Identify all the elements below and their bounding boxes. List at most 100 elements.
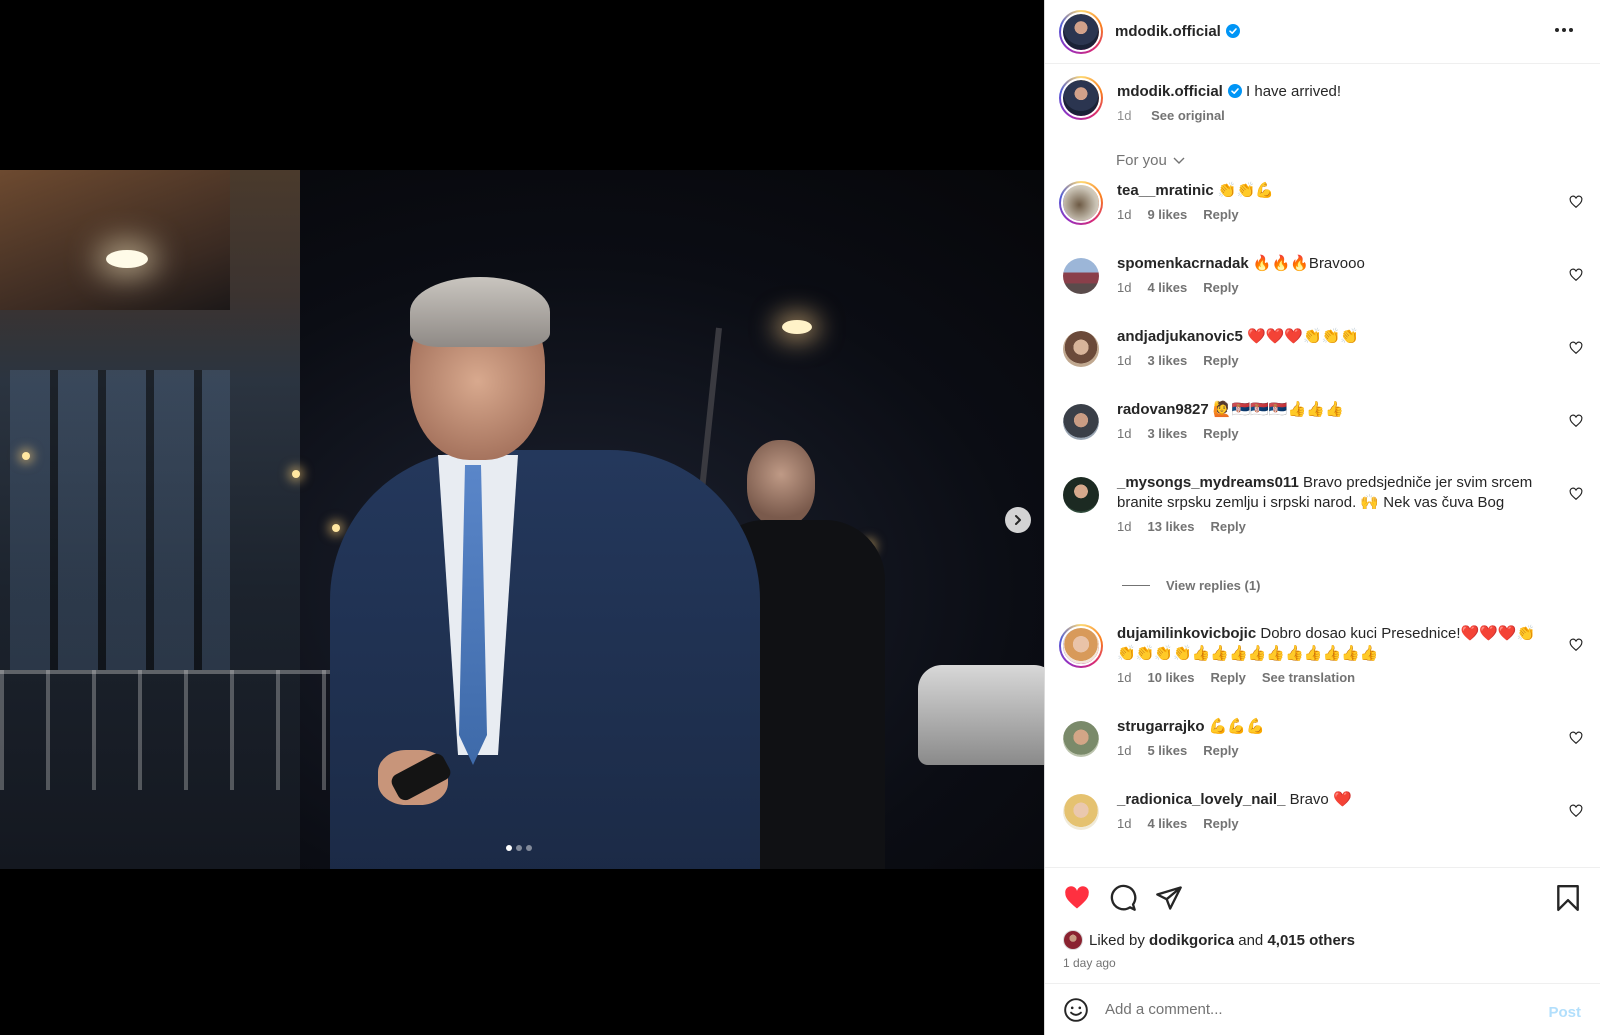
post-time: 1 day ago (1063, 956, 1116, 970)
verified-badge-icon (1227, 84, 1242, 98)
post-caption: mdodik.official I have arrived! 1d See o… (1059, 76, 1341, 123)
comment-likes[interactable]: 4 likes (1147, 816, 1187, 831)
comment-age: 1d (1117, 207, 1132, 222)
author-username[interactable]: mdodik.official (1115, 23, 1240, 40)
reply-button[interactable]: Reply (1203, 816, 1238, 831)
reply-button[interactable]: Reply (1203, 280, 1238, 295)
commenter-avatar[interactable] (1059, 181, 1103, 225)
sort-dropdown[interactable]: For you (1116, 152, 1185, 169)
post-header: mdodik.official (1045, 0, 1600, 64)
comment-likes[interactable]: 3 likes (1147, 426, 1187, 441)
emoji-icon[interactable] (1063, 997, 1089, 1023)
like-heart-icon[interactable] (1063, 884, 1091, 912)
reply-button[interactable]: Reply (1203, 353, 1238, 368)
liker-username[interactable]: dodikgorica (1149, 932, 1234, 949)
liked-by-prefix: Liked by (1089, 931, 1145, 949)
comment-item: _radionica_lovely_nail_ Bravo ❤️ 1d 4 lik… (1059, 790, 1589, 834)
comment-age: 1d (1117, 519, 1132, 534)
comment-likes[interactable]: 4 likes (1147, 280, 1187, 295)
chevron-down-icon (1173, 157, 1185, 164)
comment-like-icon[interactable] (1569, 195, 1583, 209)
comment-text: Bravo ❤️ (1289, 791, 1352, 808)
commenter-avatar[interactable] (1063, 721, 1099, 757)
commenter-username[interactable]: radovan9827 (1117, 401, 1209, 418)
comment-likes[interactable]: 10 likes (1147, 670, 1194, 685)
comment-item: dujamilinkovicbojic Dobro dosao kuci Pre… (1059, 624, 1589, 685)
likes-count[interactable]: 4,015 others (1267, 932, 1355, 949)
liked-by-summary: Liked by dodikgorica and 4,015 others (1063, 930, 1355, 950)
comment-item: radovan9827 🙋🇷🇸🇷🇸🇷🇸👍👍👍 1d 3 likes Reply (1059, 400, 1589, 444)
commenter-username[interactable]: strugarrajko (1117, 718, 1205, 735)
more-options-button[interactable] (1555, 28, 1573, 32)
commenter-avatar[interactable] (1063, 794, 1099, 830)
comment-age: 1d (1117, 426, 1132, 441)
commenter-avatar[interactable] (1059, 624, 1103, 668)
commenter-avatar[interactable] (1063, 477, 1099, 513)
comment-likes[interactable]: 3 likes (1147, 353, 1187, 368)
caption-username[interactable]: mdodik.official (1117, 83, 1223, 100)
liked-by-conj: and (1238, 931, 1264, 949)
commenter-avatar[interactable] (1063, 331, 1099, 367)
comments-list[interactable]: mdodik.official I have arrived! 1d See o… (1045, 64, 1600, 867)
comment-like-icon[interactable] (1569, 268, 1583, 282)
commenter-username[interactable]: spomenkacrnadak (1117, 255, 1249, 272)
comment-input[interactable] (1105, 1001, 1505, 1018)
comment-text: ❤️❤️❤️👏👏👏 (1247, 328, 1360, 345)
comment-like-icon[interactable] (1569, 731, 1583, 745)
comment-like-icon[interactable] (1569, 487, 1583, 501)
reply-button[interactable]: Reply (1203, 426, 1238, 441)
bookmark-icon[interactable] (1555, 884, 1581, 912)
caption-text: I have arrived! (1246, 83, 1342, 100)
comment-likes[interactable]: 13 likes (1147, 519, 1194, 534)
comment-likes[interactable]: 5 likes (1147, 743, 1187, 758)
carousel-next-button[interactable] (1005, 507, 1031, 533)
share-send-icon[interactable] (1155, 884, 1183, 912)
commenter-username[interactable]: _mysongs_mydreams011 (1117, 474, 1299, 491)
view-replies-label: View replies (1) (1166, 578, 1261, 593)
commenter-avatar[interactable] (1063, 258, 1099, 294)
commenter-username[interactable]: _radionica_lovely_nail_ (1117, 791, 1285, 808)
view-replies-button[interactable]: View replies (1) (1122, 578, 1260, 593)
post-actions: Liked by dodikgorica and 4,015 others 1 … (1045, 867, 1600, 983)
verified-badge-icon (1225, 24, 1240, 38)
caption-age: 1d (1117, 108, 1132, 123)
author-avatar[interactable] (1059, 9, 1103, 54)
comment-age: 1d (1117, 353, 1132, 368)
comment-icon[interactable] (1109, 884, 1137, 912)
comment-like-icon[interactable] (1569, 638, 1583, 652)
carousel-dot (516, 845, 522, 851)
see-translation-link[interactable]: See translation (1262, 670, 1355, 685)
caption-avatar[interactable] (1059, 76, 1103, 120)
comment-text: 👏👏💪 (1217, 182, 1274, 199)
reply-button[interactable]: Reply (1210, 670, 1245, 685)
comment-item: andjadjukanovic5 ❤️❤️❤️👏👏👏 1d 3 likes Repl… (1059, 327, 1589, 371)
comment-item: spomenkacrnadak 🔥🔥🔥Bravooo 1d 4 likes Repl… (1059, 254, 1589, 298)
comment-age: 1d (1117, 670, 1132, 685)
sort-label: For you (1116, 152, 1167, 169)
see-original-link[interactable]: See original (1151, 108, 1225, 123)
post-comment-button[interactable]: Post (1548, 1004, 1581, 1021)
comment-likes[interactable]: 9 likes (1147, 207, 1187, 222)
comment-text: 🙋🇷🇸🇷🇸🇷🇸👍👍👍 (1212, 401, 1344, 418)
comment-item: _mysongs_mydreams011 Bravo predsjedniče … (1059, 473, 1589, 534)
reply-button[interactable]: Reply (1210, 519, 1245, 534)
commenter-username[interactable]: dujamilinkovicbojic (1117, 625, 1256, 642)
post-photo (0, 170, 1044, 869)
commenter-avatar[interactable] (1063, 404, 1099, 440)
comment-composer: Post (1045, 983, 1600, 1035)
reply-button[interactable]: Reply (1203, 207, 1238, 222)
reply-button[interactable]: Reply (1203, 743, 1238, 758)
comment-text: 💪💪💪 (1208, 718, 1265, 735)
comment-item: tea__mratinic 👏👏💪 1d 9 likes Reply (1059, 181, 1589, 225)
comment-like-icon[interactable] (1569, 804, 1583, 818)
carousel-dot (526, 845, 532, 851)
comment-like-icon[interactable] (1569, 341, 1583, 355)
comment-text: 🔥🔥🔥Bravooo (1252, 255, 1365, 272)
comment-item: strugarrajko 💪💪💪 1d 5 likes Reply (1059, 717, 1589, 761)
comment-like-icon[interactable] (1569, 414, 1583, 428)
replies-divider (1122, 585, 1150, 586)
commenter-username[interactable]: andjadjukanovic5 (1117, 328, 1243, 345)
commenter-username[interactable]: tea__mratinic (1117, 182, 1214, 199)
comment-age: 1d (1117, 816, 1132, 831)
liker-avatar[interactable] (1063, 930, 1083, 950)
